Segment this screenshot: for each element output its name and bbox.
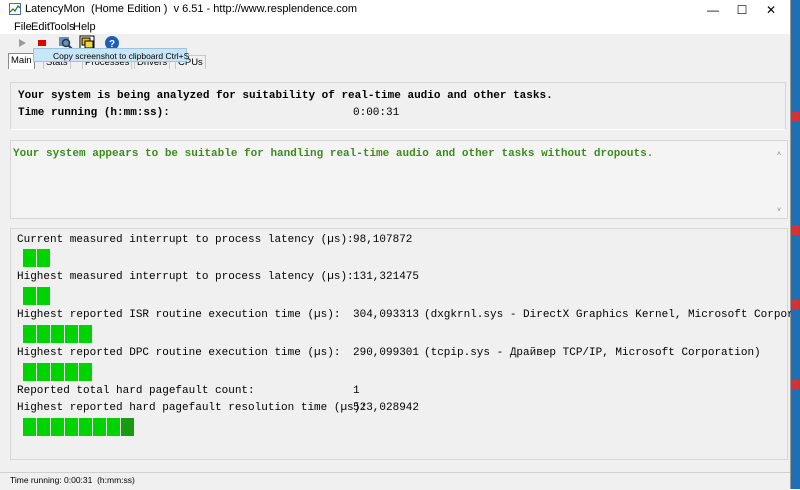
- analysis-status-panel: Your system is being analyzed for suitab…: [10, 82, 786, 130]
- bar-segment: [51, 363, 64, 381]
- tab-main[interactable]: Main: [8, 53, 35, 69]
- latency-bar: [23, 363, 92, 381]
- bar-segment: [37, 287, 50, 305]
- time-running-label: Time running (h:mm:ss):: [18, 107, 170, 119]
- metric-label: Highest measured interrupt to process la…: [17, 271, 354, 283]
- bar-segment: [37, 418, 50, 436]
- bar-segment: [37, 325, 50, 343]
- result-message: Your system appears to be suitable for h…: [13, 148, 654, 160]
- bar-segment: [23, 363, 36, 381]
- metric-value: 523,028942: [353, 402, 420, 414]
- bar-segment: [23, 418, 36, 436]
- minimize-button[interactable]: —: [698, 0, 728, 20]
- desktop-background: [791, 0, 800, 489]
- scroll-up-arrow[interactable]: ˄: [777, 151, 785, 159]
- scroll-down-arrow[interactable]: ˅: [777, 207, 785, 215]
- metric-detail: (dxgkrnl.sys - DirectX Graphics Kernel, …: [424, 309, 800, 321]
- tooltip: Copy screenshot to clipboard Ctrl+S: [33, 48, 189, 62]
- bar-segment: [93, 418, 106, 436]
- window-title: LatencyMon (Home Edition ) v 6.51 - http…: [25, 3, 357, 15]
- bar-segment: [65, 325, 78, 343]
- bar-segment: [79, 325, 92, 343]
- play-icon[interactable]: [14, 35, 30, 51]
- bar-segment: [65, 418, 78, 436]
- bar-segment: [121, 418, 134, 436]
- metric-label: Reported total hard pagefault count:: [17, 385, 255, 397]
- metric-value: 98,107872: [353, 234, 413, 246]
- latency-bar: [23, 287, 50, 305]
- metric-label: Highest reported ISR routine execution t…: [17, 309, 341, 321]
- metric-label: Highest reported hard pagefault resoluti…: [17, 402, 367, 414]
- metric-value: 290,099301: [353, 347, 420, 359]
- bar-segment: [51, 418, 64, 436]
- bar-segment: [23, 325, 36, 343]
- bar-segment: [37, 249, 50, 267]
- metrics-panel: Current measured interrupt to process la…: [10, 228, 800, 460]
- bar-segment: [51, 325, 64, 343]
- maximize-button[interactable]: ☐: [727, 0, 757, 20]
- desktop-icon[interactable]: [792, 225, 799, 235]
- menu-file[interactable]: File: [14, 21, 32, 33]
- desktop-icon[interactable]: [792, 380, 799, 390]
- result-panel: Your system appears to be suitable for h…: [10, 140, 788, 219]
- bar-segment: [23, 287, 36, 305]
- metric-value: 131,321475: [353, 271, 420, 283]
- bar-segment: [23, 249, 36, 267]
- metric-detail: (tcpip.sys - Драйвер TCP/IP, Microsoft C…: [424, 347, 761, 359]
- metric-label: Current measured interrupt to process la…: [17, 234, 354, 246]
- metric-label: Highest reported DPC routine execution t…: [17, 347, 341, 359]
- status-text: Time running: 0:00:31 (h:mm:ss): [10, 475, 135, 485]
- bar-segment: [37, 363, 50, 381]
- menu-edit[interactable]: Edit: [31, 21, 50, 33]
- desktop-icon[interactable]: [792, 112, 799, 122]
- bar-segment: [79, 418, 92, 436]
- bar-segment: [65, 363, 78, 381]
- latency-bar: [23, 325, 92, 343]
- close-button[interactable]: ✕: [756, 0, 786, 20]
- metric-value: 304,093313: [353, 309, 420, 321]
- menu-bar: File Edit Tools Help: [0, 20, 790, 34]
- analysis-message: Your system is being analyzed for suitab…: [18, 90, 553, 102]
- time-running-value: 0:00:31: [353, 107, 400, 119]
- status-bar: Time running: 0:00:31 (h:mm:ss): [0, 472, 790, 490]
- bar-segment: [79, 363, 92, 381]
- menu-help[interactable]: Help: [73, 21, 96, 33]
- metric-value: 1: [353, 385, 360, 397]
- latency-bar: [23, 249, 50, 267]
- menu-tools[interactable]: Tools: [49, 21, 75, 33]
- app-icon: [9, 3, 21, 15]
- latency-bar: [23, 418, 134, 436]
- bar-segment: [107, 418, 120, 436]
- app-window: LatencyMon (Home Edition ) v 6.51 - http…: [0, 0, 800, 490]
- desktop-icon[interactable]: [792, 300, 799, 310]
- title-bar[interactable]: LatencyMon (Home Edition ) v 6.51 - http…: [0, 0, 790, 20]
